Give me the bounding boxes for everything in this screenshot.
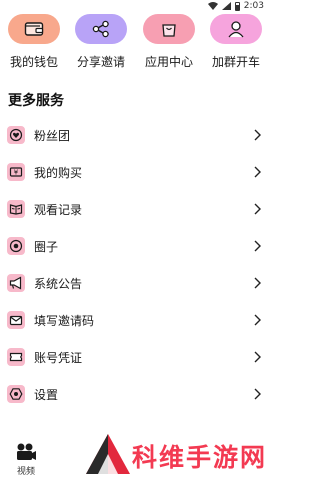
menu-item-label: 我的购买 [34,166,83,180]
menu-item-label: 系统公告 [34,277,83,291]
more-services-list: 粉丝团 ¥ 我的购买 观看记录 圈子 系统公告 填写邀请码 账号凭证 设置 [0,116,270,412]
share-icon [92,20,109,38]
group-icon [228,21,244,38]
quick-action-label: 加群开车 [211,55,260,69]
svg-text:¥: ¥ [14,169,19,177]
quick-action-join-group[interactable]: 加群开车 [205,14,267,74]
menu-item-label: 账号凭证 [34,351,83,365]
ticket-icon [7,348,25,366]
chevron-right-icon [254,388,261,400]
wallet-pill [8,14,60,44]
menu-item-label: 设置 [34,388,59,402]
quick-action-share[interactable]: 分享邀请 [70,14,132,74]
video-camera-icon [17,443,36,460]
bottom-nav-label: 视频 [17,467,36,477]
bottom-nav-video[interactable]: 视频 [0,438,60,480]
wallet-icon [24,22,44,36]
quick-action-label: 应用中心 [144,55,193,69]
status-bar: 2:03 [0,0,270,14]
watermark-text: 科维手游网 [132,443,268,472]
chevron-right-icon [254,240,261,252]
menu-item-label: 粉丝团 [34,129,71,143]
menu-item-my-purchases[interactable]: ¥ 我的购买 [0,153,270,190]
shopping-bag-icon [162,24,176,37]
status-time: 2:03 [243,1,264,11]
battery-icon [234,1,240,11]
menu-item-label: 圈子 [34,240,59,254]
quick-action-label: 分享邀请 [76,55,125,69]
settings-icon [7,385,25,403]
envelope-icon [7,311,25,329]
menu-item-settings[interactable]: 设置 [0,375,270,412]
quick-action-label: 我的钱包 [9,55,58,69]
circle-icon [7,237,25,255]
quick-actions: 我的钱包 分享邀请 应用中心 加群开车 [0,14,270,74]
megaphone-icon [7,274,25,292]
menu-item-watch-history[interactable]: 观看记录 [0,190,270,227]
heart-icon [7,126,25,144]
app-center-pill [143,14,195,44]
status-indicators: 2:03 [207,1,264,11]
menu-item-account-credential[interactable]: 账号凭证 [0,338,270,375]
watermark-triangle-icon [86,434,130,474]
chevron-right-icon [254,129,261,141]
chevron-right-icon [254,314,261,326]
more-services-title: 更多服务 [8,93,64,109]
join-group-pill [210,14,262,44]
chevron-right-icon [254,203,261,215]
quick-action-wallet[interactable]: 我的钱包 [3,14,65,74]
signal-icon [221,2,231,10]
menu-item-circle[interactable]: 圈子 [0,227,270,264]
quick-action-app-center[interactable]: 应用中心 [138,14,200,74]
menu-item-label: 填写邀请码 [34,314,95,328]
menu-item-invite-code[interactable]: 填写邀请码 [0,301,270,338]
history-icon [7,200,25,218]
wifi-icon [207,2,218,10]
chevron-right-icon [254,351,261,363]
purchase-icon: ¥ [7,163,25,181]
watermark-logo: 科维手游网 [82,432,268,476]
share-pill [75,14,127,44]
chevron-right-icon [254,166,261,178]
menu-item-announcements[interactable]: 系统公告 [0,264,270,301]
menu-item-label: 观看记录 [34,203,83,217]
menu-item-fan-club[interactable]: 粉丝团 [0,116,270,153]
chevron-right-icon [254,277,261,289]
